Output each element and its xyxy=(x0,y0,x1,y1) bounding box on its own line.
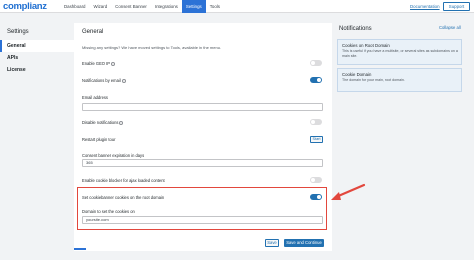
notification-title: Cookie Domain xyxy=(342,72,372,77)
section-title: General xyxy=(82,29,104,35)
cookie-domain-label: Domain to set the cookies on xyxy=(82,209,135,214)
email-address-input[interactable] xyxy=(82,103,323,111)
notification-title: Cookies on Root Domain xyxy=(342,43,390,48)
nav-wizard[interactable]: Wizard xyxy=(89,0,111,13)
help-icon[interactable] xyxy=(121,78,126,83)
annotation-arrow-icon xyxy=(331,183,366,200)
cookie-blocker-toggle[interactable] xyxy=(310,177,322,183)
help-icon[interactable] xyxy=(111,61,115,66)
consent-expiration-input[interactable]: 365 xyxy=(82,159,323,167)
enable-geo-ip-label: Enable GEO IP xyxy=(82,61,115,66)
sidebar-title: Settings xyxy=(7,29,29,35)
notifications-title: Notifications xyxy=(339,26,372,32)
support-button[interactable]: Support xyxy=(443,2,470,11)
enable-geo-ip-toggle[interactable] xyxy=(310,60,322,66)
collapse-all-link[interactable]: Collapse all xyxy=(439,25,461,30)
notifications-email-toggle[interactable] xyxy=(310,77,322,83)
progress-indicator xyxy=(74,248,86,250)
notification-card[interactable]: Cookie Domain The domain for your main, … xyxy=(337,68,462,92)
notification-card[interactable]: Cookies on Root Domain This is useful if… xyxy=(337,39,462,65)
email-address-label: Email address xyxy=(82,95,108,100)
settings-sidebar: Settings General APIs License xyxy=(0,14,74,260)
logo[interactable]: complianz xyxy=(3,1,47,12)
cookie-blocker-label: Enable cookie blocker for ajax loaded co… xyxy=(82,178,165,183)
notification-body: The domain for your main, root domain. xyxy=(342,78,405,82)
save-button[interactable]: Save xyxy=(265,239,279,247)
consent-expiration-label: Consent banner expiration in days xyxy=(82,153,145,158)
save-continue-button[interactable]: Save and Continue xyxy=(284,239,324,247)
nav-integrations[interactable]: Integrations xyxy=(151,0,182,13)
sidebar-item-license[interactable]: License xyxy=(0,64,74,76)
nav-consent-banner[interactable]: Consent Banner xyxy=(111,0,151,13)
missing-settings-text: Missing any settings? We have moved sett… xyxy=(82,45,222,50)
general-settings-panel: General Missing any settings? We have mo… xyxy=(74,23,332,251)
nav-settings[interactable]: Settings xyxy=(181,0,206,13)
root-domain-toggle[interactable] xyxy=(310,194,322,200)
nav-dashboard[interactable]: Dashboard xyxy=(60,0,89,13)
restart-tour-label: Restart plugin tour xyxy=(82,137,116,142)
notifications-email-label: Notifications by email xyxy=(82,78,126,83)
sidebar-item-general[interactable]: General xyxy=(0,40,74,52)
nav-tools[interactable]: Tools xyxy=(206,0,224,13)
main-nav: Dashboard Wizard Consent Banner Integrat… xyxy=(60,0,224,13)
notification-body: This is useful if you have a multisite, … xyxy=(342,49,458,58)
disable-notifications-toggle[interactable] xyxy=(310,119,322,125)
cookie-domain-input[interactable]: yoursite.com xyxy=(82,216,323,224)
documentation-link[interactable]: Documentation xyxy=(410,0,440,13)
disable-notifications-label: Disable notifications xyxy=(82,120,124,125)
root-domain-label: Set cookiebanner cookies on the root dom… xyxy=(82,195,165,200)
restart-tour-button[interactable]: Start xyxy=(310,136,323,143)
sidebar-item-apis[interactable]: APIs xyxy=(0,52,74,64)
top-bar: complianz Dashboard Wizard Consent Banne… xyxy=(0,0,474,13)
help-icon[interactable] xyxy=(119,120,124,125)
